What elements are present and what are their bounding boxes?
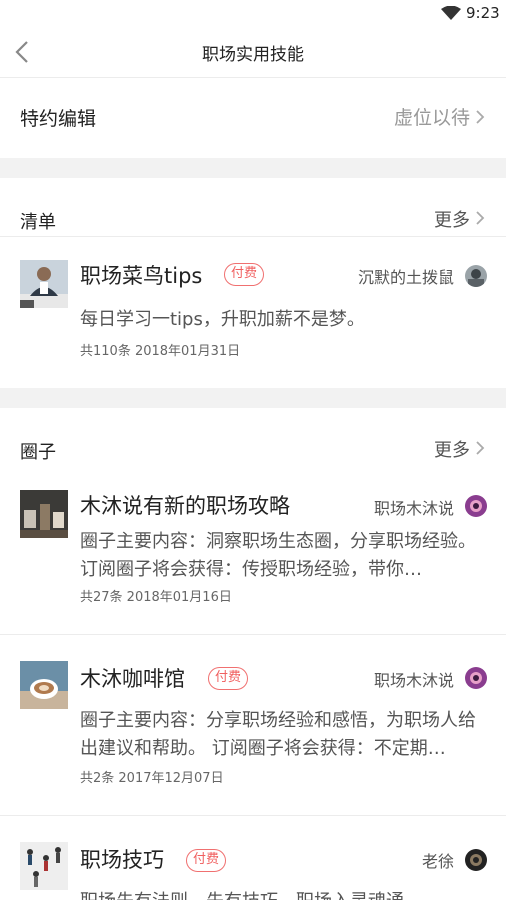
list-item-author: 沉默的土拨鼠 (357, 268, 454, 287)
circle-item-author: 职场木沐说 (373, 671, 454, 690)
list-item[interactable]: 木沐说有新的职场攻略 职场木沐说 圈子主要内容：洞察职场生态圈，分享职场经验。 … (0, 466, 506, 634)
circle-item-thumbnail (20, 661, 68, 709)
circle-item-description: 职场先有法则，先有技巧，职场入灵魂通 (80, 888, 476, 900)
special-editor-row[interactable]: 特约编辑 虚位以待 (0, 78, 506, 158)
list-item-description: 每日学习一tips，升职加薪不是梦。 (80, 309, 365, 330)
circle-item-title: 木沐咖啡馆 (80, 667, 185, 691)
lists-more-link[interactable]: 更多 (434, 206, 470, 232)
paid-badge: 付费 (186, 849, 227, 872)
list-item[interactable]: 木沐咖啡馆 付费 职场木沐说 圈子主要内容：分享职场经验和感悟，为职场人给出建议… (0, 635, 506, 815)
status-time: 9:23 (466, 4, 500, 22)
wifi-icon (441, 6, 461, 20)
list-item-meta: 共110条 2018年01月31日 (80, 344, 241, 359)
list-item-thumbnail (20, 260, 68, 308)
chevron-right-icon (476, 211, 485, 225)
author-avatar (465, 667, 487, 689)
circle-item-description: 圈子主要内容：洞察职场生态圈，分享职场经验。 订阅圈子将会获得：传授职场经验，带… (80, 531, 476, 580)
circle-item-author: 职场木沐说 (373, 499, 454, 518)
circle-item-title: 木沐说有新的职场攻略 (80, 494, 290, 518)
circles-more-link[interactable]: 更多 (434, 436, 470, 462)
list-item[interactable]: 职场技巧 付费 老徐 职场先有法则，先有技巧，职场入灵魂通 (0, 816, 506, 900)
section-divider (0, 158, 506, 178)
circle-item-meta: 共27条 2018年01月16日 (80, 590, 232, 605)
circles-section-title: 圈子 (20, 442, 56, 463)
circle-item-meta: 共2条 2017年12月07日 (80, 771, 224, 786)
page-title: 职场实用技能 (202, 45, 304, 65)
circle-item-thumbnail (20, 490, 68, 538)
section-divider (0, 388, 506, 408)
list-item-title: 职场菜鸟tips (80, 264, 203, 288)
paid-badge: 付费 (208, 667, 249, 690)
chevron-right-icon (476, 441, 485, 455)
circle-item-description: 圈子主要内容：分享职场经验和感悟，为职场人给出建议和帮助。 订阅圈子将会获得：不… (80, 710, 476, 759)
list-item[interactable]: 职场菜鸟tips 付费 沉默的土拨鼠 每日学习一tips，升职加薪不是梦。 共1… (0, 236, 506, 388)
nav-bar: 职场实用技能 (0, 26, 506, 78)
circle-item-author: 老徐 (421, 852, 454, 871)
paid-badge: 付费 (224, 263, 265, 286)
circle-item-thumbnail (20, 842, 68, 890)
circle-item-title: 职场技巧 (80, 848, 164, 872)
special-editor-value: 虚位以待 (393, 107, 470, 129)
author-avatar (465, 495, 487, 517)
author-avatar (465, 265, 487, 287)
lists-section-title: 清单 (20, 212, 56, 233)
status-bar: 9:23 (0, 0, 506, 26)
author-avatar (465, 849, 487, 871)
chevron-right-icon (476, 110, 485, 124)
special-editor-label: 特约编辑 (20, 108, 97, 130)
